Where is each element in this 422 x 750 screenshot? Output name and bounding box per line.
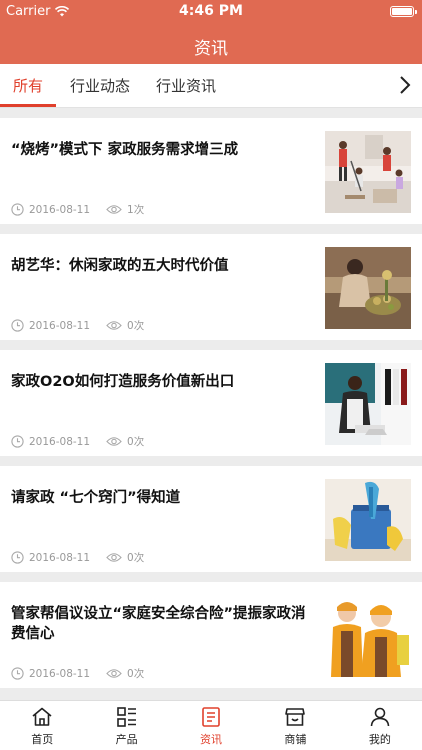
- status-time: 4:46 PM: [179, 3, 243, 19]
- news-views: 0次: [127, 552, 145, 564]
- product-grid-icon: [116, 707, 136, 727]
- eye-icon: [106, 321, 122, 330]
- news-meta: 2016-08-11 0次: [11, 434, 144, 449]
- category-tabs: 所有 行业动态 行业资讯: [0, 64, 422, 108]
- news-views: 0次: [127, 436, 145, 448]
- news-views: 1次: [127, 204, 145, 216]
- news-thumbnail[interactable]: [325, 479, 411, 561]
- news-date: 2016-08-11: [29, 319, 91, 332]
- news-title: 请家政 “七个窍门”得知道: [11, 490, 181, 506]
- news-item[interactable]: 胡艺华：休闲家政的五大时代价值 2016-08-11 0次: [0, 234, 422, 340]
- tabbar-label: 商铺: [284, 733, 307, 746]
- news-meta: 2016-08-11 0次: [11, 318, 144, 333]
- tab-all[interactable]: 所有: [13, 75, 43, 96]
- tabbar-products[interactable]: 产品: [84, 701, 168, 750]
- news-date: 2016-08-11: [29, 551, 91, 564]
- news-item[interactable]: “烧烤”模式下 家政服务需求增三成 2016-08-11 1次: [0, 118, 422, 224]
- bottom-tab-bar: 首页 产品 资讯 商铺 我的: [0, 700, 422, 750]
- eye-icon: [106, 553, 122, 562]
- eye-icon: [106, 437, 122, 446]
- news-thumbnail[interactable]: [325, 595, 411, 677]
- tabbar-mine[interactable]: 我的: [338, 701, 422, 750]
- tabbar-store[interactable]: 商铺: [253, 701, 337, 750]
- news-meta: 2016-08-11 1次: [11, 202, 144, 217]
- active-tab-indicator: [0, 104, 56, 107]
- eye-icon: [106, 669, 122, 678]
- store-icon: [285, 708, 306, 726]
- news-title: “烧烤”模式下 家政服务需求增三成: [11, 142, 239, 158]
- home-icon: [32, 707, 52, 726]
- tabbar-label: 首页: [31, 733, 54, 746]
- app-header: Carrier 4:46 PM 资讯: [0, 0, 422, 64]
- clock-icon: [11, 319, 24, 332]
- tabbar-home[interactable]: 首页: [0, 701, 84, 750]
- news-views: 0次: [127, 320, 145, 332]
- news-thumbnail[interactable]: [325, 131, 411, 213]
- tabbar-label: 产品: [115, 733, 138, 746]
- news-date: 2016-08-11: [29, 667, 91, 680]
- news-meta: 2016-08-11 0次: [11, 666, 144, 681]
- news-title: 家政O2O如何打造服务价值新出口: [11, 374, 235, 390]
- clock-icon: [11, 203, 24, 216]
- tab-industry-news[interactable]: 行业资讯: [156, 75, 216, 96]
- news-title: 胡艺华：休闲家政的五大时代价值: [11, 258, 229, 274]
- news-item[interactable]: 家政O2O如何打造服务价值新出口 2016-08-11 0次: [0, 350, 422, 456]
- chevron-right-icon[interactable]: [396, 74, 414, 96]
- news-thumbnail[interactable]: [325, 247, 411, 329]
- news-date: 2016-08-11: [29, 203, 91, 216]
- news-item[interactable]: 管家帮倡议设立“家庭安全综合险”提振家政消费信心 2016-08-11 0次: [0, 582, 422, 688]
- news-item[interactable]: 请家政 “七个窍门”得知道 2016-08-11 0次: [0, 466, 422, 572]
- news-views: 0次: [127, 668, 145, 680]
- clock-icon: [11, 435, 24, 448]
- tabbar-news[interactable]: 资讯: [169, 701, 253, 750]
- page-title: 资讯: [194, 39, 228, 59]
- clock-icon: [11, 667, 24, 680]
- news-date: 2016-08-11: [29, 435, 91, 448]
- tabbar-label: 我的: [368, 733, 391, 746]
- news-meta: 2016-08-11 0次: [11, 550, 144, 565]
- clock-icon: [11, 551, 24, 564]
- user-icon: [370, 707, 390, 727]
- eye-icon: [106, 205, 122, 214]
- news-thumbnail[interactable]: [325, 363, 411, 445]
- news-icon: [202, 707, 220, 727]
- tabbar-label: 资讯: [200, 733, 223, 746]
- news-title: 管家帮倡议设立“家庭安全综合险”提振家政消费信心: [11, 606, 306, 642]
- tab-industry-trends[interactable]: 行业动态: [70, 75, 130, 96]
